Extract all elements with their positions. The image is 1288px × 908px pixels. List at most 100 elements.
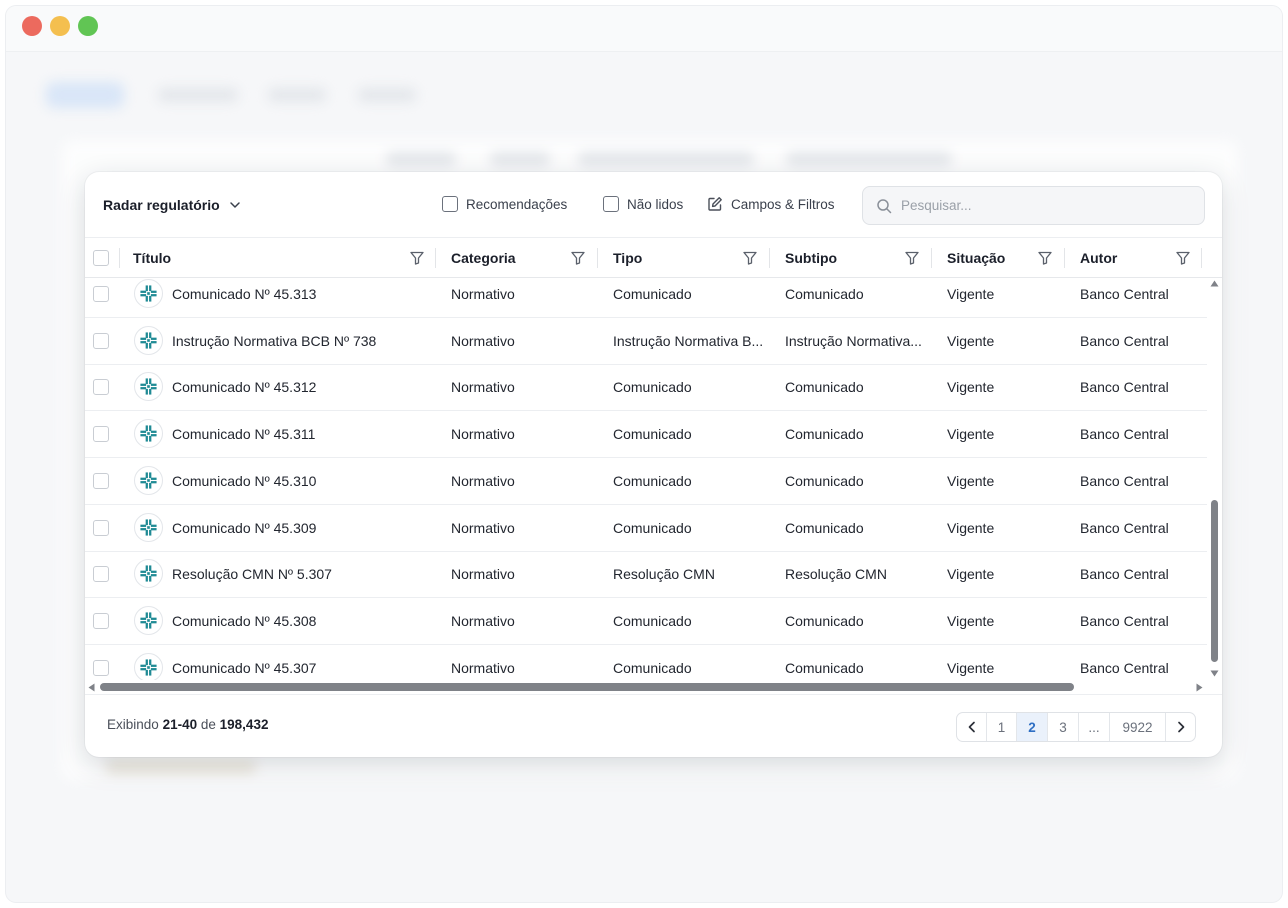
cell-titulo[interactable]: Comunicado Nº 45.307 [172, 645, 432, 684]
column-header-autor[interactable]: Autor [1080, 238, 1117, 278]
table-row[interactable]: Comunicado Nº 45.311 Normativo Comunicado C… [85, 411, 1207, 459]
banco-central-logo-icon [134, 372, 163, 402]
vertical-scroll-thumb[interactable] [1211, 500, 1218, 662]
scroll-right-arrow-icon[interactable] [1196, 683, 1203, 692]
cell-titulo[interactable]: Comunicado Nº 45.311 [172, 411, 432, 457]
scroll-down-arrow-icon[interactable] [1210, 670, 1219, 677]
scroll-up-arrow-icon[interactable] [1210, 280, 1219, 287]
banco-central-logo-icon [134, 419, 163, 449]
table-row[interactable]: Comunicado Nº 45.307 Normativo Comunicado C… [85, 645, 1207, 684]
table-row[interactable]: Comunicado Nº 45.312 Normativo Comunicado C… [85, 364, 1207, 412]
filter-icon[interactable] [742, 250, 758, 266]
bg-tab [268, 88, 326, 102]
vertical-scrollbar[interactable] [1207, 278, 1222, 684]
scroll-left-arrow-icon[interactable] [88, 683, 95, 692]
filter-icon[interactable] [570, 250, 586, 266]
unread-toggle[interactable]: Não lidos [603, 196, 683, 212]
cell-subtipo: Comunicado [785, 379, 864, 396]
cell-situacao: Vigente [947, 426, 995, 443]
cell-categoria: Normativo [451, 612, 515, 629]
table-body: Comunicado Nº 45.313 Normativo Comunicado C… [85, 278, 1207, 684]
table-row[interactable]: Comunicado Nº 45.310 Normativo Comunicado C… [85, 458, 1207, 505]
cell-titulo[interactable]: Comunicado Nº 45.308 [172, 598, 432, 644]
cell-subtipo: Comunicado [785, 286, 864, 302]
column-header-label: Título [133, 250, 172, 266]
page-button-2-current[interactable]: 2 [1017, 713, 1048, 741]
page-button-3[interactable]: 3 [1048, 713, 1079, 741]
fields-filters-button[interactable]: Campos & Filtros [707, 196, 835, 212]
row-checkbox[interactable] [93, 612, 109, 629]
chevron-right-icon [1177, 721, 1184, 733]
page-ellipsis[interactable]: ... [1079, 713, 1110, 741]
column-header-categoria[interactable]: Categoria [451, 238, 516, 278]
cell-tipo: Comunicado [613, 426, 692, 443]
row-checkbox[interactable] [93, 519, 109, 536]
page-number: 1 [997, 719, 1006, 735]
unread-checkbox[interactable] [603, 196, 619, 212]
of-label: de [200, 717, 216, 732]
cell-situacao: Vigente [947, 519, 995, 536]
previous-page-button[interactable] [957, 713, 987, 741]
column-header-situacao[interactable]: Situação [947, 238, 1005, 278]
cell-tipo: Comunicado [613, 519, 692, 536]
cell-autor: Banco Central [1080, 379, 1169, 396]
view-selector[interactable]: Radar regulatório [103, 194, 242, 216]
table-row[interactable]: Instrução Normativa BCB Nº 738 Normativo I… [85, 318, 1207, 365]
page-button-1[interactable]: 1 [987, 713, 1017, 741]
column-header-titulo[interactable]: Título [133, 238, 171, 278]
recommendations-checkbox[interactable] [442, 196, 458, 212]
table-row[interactable]: Comunicado Nº 45.308 Normativo Comunicado C… [85, 598, 1207, 645]
pagination: 1 2 3 ... 9922 [956, 712, 1196, 742]
search-box[interactable] [862, 186, 1205, 225]
cell-titulo[interactable]: Comunicado Nº 45.310 [172, 458, 432, 504]
filter-icon[interactable] [1175, 250, 1191, 266]
maximize-window-button[interactable] [78, 16, 98, 36]
cell-tipo: Instrução Normativa B... [613, 332, 764, 349]
cell-subtipo: Comunicado [785, 659, 864, 676]
cell-titulo[interactable]: Resolução CMN Nº 5.307 [172, 551, 432, 597]
row-checkbox[interactable] [93, 426, 109, 443]
cell-autor: Banco Central [1080, 286, 1169, 302]
filter-icon[interactable] [1037, 250, 1053, 266]
cell-tipo: Comunicado [613, 379, 692, 396]
view-selector-label: Radar regulatório [103, 197, 220, 213]
horizontal-scroll-thumb[interactable] [100, 683, 1074, 691]
row-checkbox[interactable] [93, 379, 109, 396]
next-page-button[interactable] [1166, 713, 1195, 741]
select-all-checkbox[interactable] [93, 250, 109, 266]
cell-subtipo: Comunicado [785, 612, 864, 629]
bg-header-item [578, 152, 754, 166]
row-checkbox[interactable] [93, 566, 109, 583]
cell-titulo[interactable]: Comunicado Nº 45.309 [172, 505, 432, 551]
minimize-window-button[interactable] [50, 16, 70, 36]
row-checkbox[interactable] [93, 659, 109, 676]
column-header-tipo[interactable]: Tipo [613, 238, 642, 278]
row-checkbox[interactable] [93, 332, 109, 349]
cell-titulo[interactable]: Comunicado Nº 45.313 [172, 278, 432, 317]
column-header-label: Situação [947, 250, 1006, 266]
cell-categoria: Normativo [451, 332, 515, 349]
search-input[interactable] [901, 198, 1181, 213]
cell-situacao: Vigente [947, 332, 995, 349]
cell-autor: Banco Central [1080, 426, 1169, 443]
page-button-last[interactable]: 9922 [1110, 713, 1166, 741]
bg-tab [158, 88, 238, 102]
filter-icon[interactable] [409, 250, 425, 266]
column-header-subtipo[interactable]: Subtipo [785, 238, 837, 278]
cell-titulo[interactable]: Instrução Normativa BCB Nº 738 [172, 318, 432, 364]
page-number: 9922 [1122, 719, 1153, 735]
banco-central-logo-icon [134, 652, 163, 682]
cell-titulo[interactable]: Comunicado Nº 45.312 [172, 364, 432, 410]
row-checkbox[interactable] [93, 472, 109, 489]
table-footer: Exibindo 21-40 de 198,432 1 2 3 ... 9922 [85, 694, 1222, 757]
column-separator [1064, 248, 1065, 268]
horizontal-scrollbar[interactable] [85, 680, 1207, 694]
close-window-button[interactable] [22, 16, 42, 36]
recommendations-toggle[interactable]: Recomendações [442, 196, 567, 212]
row-checkbox[interactable] [93, 286, 109, 302]
table-row[interactable]: Comunicado Nº 45.313 Normativo Comunicado C… [85, 278, 1207, 318]
table-row[interactable]: Resolução CMN Nº 5.307 Normativo Resolução… [85, 551, 1207, 599]
filter-icon[interactable] [904, 250, 920, 266]
banco-central-logo-icon [134, 279, 163, 308]
table-row[interactable]: Comunicado Nº 45.309 Normativo Comunicado C… [85, 505, 1207, 552]
